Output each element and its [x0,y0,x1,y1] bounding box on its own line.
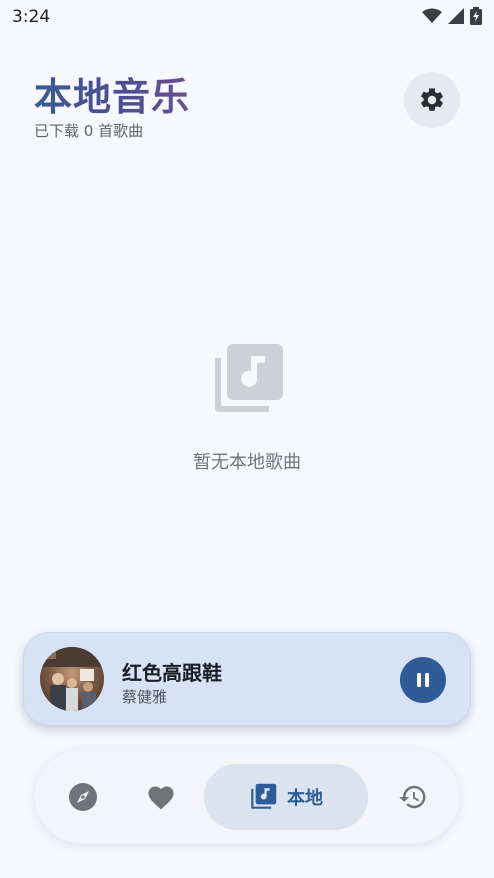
compass-icon [69,783,97,811]
pause-icon [417,673,429,687]
screen: 3:24 本地音乐 已下载 0 首歌曲 暂无本地歌曲 红色高跟鞋 蔡健雅 本地 [0,0,494,878]
song-artist: 蔡健雅 [122,688,168,706]
nav-local-label: 本地 [287,788,323,809]
heart-icon [148,786,174,810]
status-icons [422,7,482,25]
cellular-signal-icon [448,8,464,24]
bottom-nav: 本地 [34,748,460,844]
nav-history[interactable] [387,749,439,845]
empty-state-message: 暂无本地歌曲 [193,452,301,473]
history-icon [399,785,426,809]
page-title: 本地音乐 [34,66,190,121]
library-music-icon [251,783,277,809]
battery-charging-icon [470,7,482,25]
nav-favorites[interactable] [135,749,187,845]
wifi-icon [422,8,442,23]
status-bar: 3:24 [0,0,494,34]
nav-local[interactable]: 本地 [204,764,368,830]
settings-button[interactable] [404,72,460,128]
song-title: 红色高跟鞋 [122,661,222,685]
album-photo [40,647,104,711]
mini-player[interactable]: 红色高跟鞋 蔡健雅 [23,632,471,726]
status-time: 3:24 [12,7,51,27]
download-count: 已下载 0 首歌曲 [34,122,144,140]
music-library-icon [215,344,283,412]
nav-discover[interactable] [57,749,109,845]
pause-button[interactable] [400,657,446,703]
album-cover [40,647,104,711]
gear-icon [421,88,443,111]
